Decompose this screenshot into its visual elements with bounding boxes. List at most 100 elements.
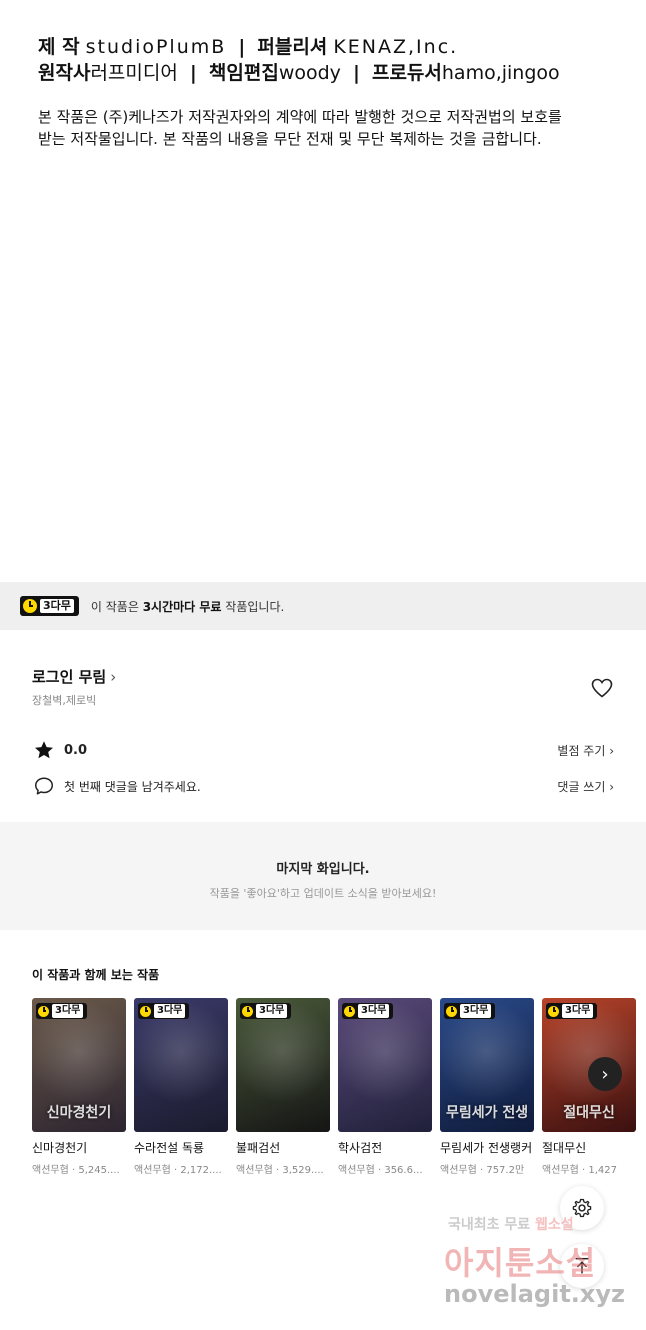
clock-icon (548, 1005, 559, 1017)
chevron-right-icon: › (110, 668, 117, 686)
separator: | (238, 36, 246, 58)
free-badge: 3다무 (342, 1003, 394, 1019)
work-meta: 액션무협 · 3,529.... (236, 1165, 324, 1176)
publisher-label: 퍼블리셔 (257, 36, 328, 58)
related-work-card[interactable]: 3다무무림세가 전생랭커무림세가 전생랭커액션무협 · 757.2만 (440, 998, 534, 1176)
work-meta: 액션무협 · 2,172.... (134, 1165, 222, 1176)
free-badge-label: 3다무 (358, 1004, 390, 1018)
free-badge-label: 3다무 (154, 1004, 186, 1018)
gear-icon (572, 1198, 592, 1218)
original-value: 러프미디어 (90, 62, 178, 84)
rate-button[interactable]: 별점 주기 › (557, 742, 614, 759)
producer2-label: 프로듀서 (371, 62, 442, 84)
free-badge: 3다무 (36, 1003, 88, 1019)
carousel-next-button[interactable]: › (588, 1057, 622, 1091)
comment-prompt[interactable]: 첫 번째 댓글을 남겨주세요. (64, 778, 201, 795)
work-meta: 액션무협 · 356.6... (338, 1165, 423, 1176)
publisher-value: KENAZ,Inc. (333, 36, 459, 58)
free-banner: 3다무 이 작품은 3시간마다 무료 작품입니다. (0, 582, 646, 630)
producer-label: 제 작 (38, 36, 80, 58)
work-meta: 액션무협 · 757.2만 (440, 1165, 525, 1176)
last-episode-subtitle: 작품을 '좋아요'하고 업데이트 소식을 받아보세요! (209, 887, 437, 900)
watermark-line-1: 국내최초 무료 웹소설 (448, 1214, 574, 1234)
copyright-notice: 본 작품은 (주)케나즈가 저작권자와의 계약에 따라 발행한 것으로 저작권법… (38, 106, 618, 150)
clock-icon (446, 1005, 457, 1017)
thumbnail-title-logo: 무림세가 전생랭커 (446, 1105, 528, 1121)
free-badge-label: 3다무 (256, 1004, 288, 1018)
copyright-line-1: 본 작품은 (주)케나즈가 저작권자와의 계약에 따라 발행한 것으로 저작권법… (38, 108, 562, 126)
free-badge-label: 3다무 (460, 1004, 492, 1018)
work-thumbnail[interactable]: 3다무신마경천기 (32, 998, 126, 1132)
work-info: 로그인 무림 › 장철벽,제로빅 0.0 별점 주기 › 첫 번째 댓글을 남겨주… (0, 630, 646, 816)
work-thumbnail[interactable]: 3다무 (338, 998, 432, 1132)
original-label: 원작사 (38, 62, 91, 84)
copyright-line-2: 받는 저작물입니다. 본 작품의 내용을 무단 전재 및 무단 복제하는 것을 … (38, 130, 542, 148)
watermark-line-3: novelagit.xyz (444, 1280, 626, 1308)
star-icon (32, 738, 56, 762)
work-title: 로그인 무림 (32, 668, 107, 686)
free-text-suffix: 작품입니다. (221, 599, 285, 614)
related-carousel[interactable]: 3다무 신마경천기 신마경천기 액션무협 · 5,245.... 3다무 수라전설 독룡 액… (32, 998, 646, 1208)
clock-icon (140, 1005, 151, 1017)
free-badge: 3다무 (20, 596, 79, 616)
work-name[interactable]: 절대무신 (542, 1139, 636, 1157)
free-text-prefix: 이 작품은 (90, 599, 143, 614)
last-episode-notice: 마지막 화입니다. 작품을 '좋아요'하고 업데이트 소식을 받아보세요! (0, 822, 646, 930)
work-thumbnail[interactable]: 3다무 (134, 998, 228, 1132)
credits-block: 제 작 studioPlumB | 퍼블리셔 KENAZ,Inc. 원작사러프미… (38, 34, 618, 86)
arrow-up-icon (575, 1257, 589, 1274)
rating-value: 0.0 (64, 742, 88, 758)
producer-value: studioPlumB (85, 36, 227, 58)
work-name[interactable]: 불패검선 (236, 1139, 330, 1157)
free-badge-label: 3다무 (52, 1004, 84, 1018)
thumbnail-title-logo: 신마경천기 (46, 1105, 112, 1121)
thumbnail-title-logo: 절대무신 (563, 1105, 615, 1121)
clock-icon (242, 1005, 253, 1017)
work-name[interactable]: 학사검전 (338, 1139, 432, 1157)
watermark-text-1: 국내최초 무료 (448, 1217, 536, 1233)
work-title-link[interactable]: 로그인 무림 › (32, 666, 116, 687)
free-badge: 3다무 (546, 1003, 598, 1019)
producer2-value: hamo,jingoo (441, 62, 560, 84)
rating-row: 0.0 별점 주기 › (32, 738, 614, 762)
last-episode-title: 마지막 화입니다. (276, 862, 370, 877)
free-badge-label: 3다무 (562, 1004, 594, 1018)
separator: | (352, 62, 360, 84)
clock-icon (23, 599, 37, 613)
watermark: 국내최초 무료 웹소설 아지툰소설 novelagit.xyz (440, 1212, 640, 1322)
free-banner-text: 이 작품은 3시간마다 무료 작품입니다. (91, 598, 284, 615)
settings-button[interactable] (560, 1186, 604, 1230)
scroll-top-button[interactable] (560, 1244, 604, 1288)
free-text-bold: 3시간마다 무료 (142, 599, 222, 614)
free-badge: 3다무 (138, 1003, 190, 1019)
comment-icon (32, 774, 56, 798)
work-meta: 액션무협 · 5,245.... (32, 1165, 120, 1176)
related-work-card[interactable]: 3다무학사검전액션무협 · 356.6... (338, 998, 432, 1176)
work-name[interactable]: 무림세가 전생랭커 (440, 1139, 534, 1157)
heart-icon (591, 678, 613, 698)
work-authors: 장철벽,제로빅 (32, 694, 97, 707)
write-comment-button[interactable]: 댓글 쓰기 › (557, 778, 614, 795)
clock-icon (344, 1005, 355, 1017)
like-button[interactable] (590, 676, 614, 700)
editor-label: 책임편집 (208, 62, 279, 84)
clock-icon (38, 1005, 49, 1017)
related-title: 이 작품과 함께 보는 작품 (32, 968, 160, 982)
related-works: 이 작품과 함께 보는 작품 3다무 신마경천기 신마경천기 액션무협 · 5,245… (0, 934, 646, 1214)
credits-line-1: 제 작 studioPlumB | 퍼블리셔 KENAZ,Inc. (38, 34, 618, 60)
related-work-card[interactable]: 3다무불패검선액션무협 · 3,529.... (236, 998, 330, 1176)
chevron-right-icon: › (601, 1063, 609, 1085)
free-badge: 3다무 (240, 1003, 292, 1019)
work-name[interactable]: 신마경천기 (32, 1139, 126, 1157)
editor-value: woody (278, 62, 341, 84)
related-work-card[interactable]: 3다무 신마경천기 신마경천기 액션무협 · 5,245.... (32, 998, 126, 1176)
comment-row: 첫 번째 댓글을 남겨주세요. 댓글 쓰기 › (32, 774, 614, 798)
free-badge: 3다무 (444, 1003, 496, 1019)
work-thumbnail[interactable]: 3다무 (236, 998, 330, 1132)
work-name[interactable]: 수라전설 독룡 (134, 1139, 228, 1157)
free-badge-label: 3다무 (40, 599, 74, 613)
related-work-card[interactable]: 3다무 절대무신 절대무신 액션무협 · 1,427 (542, 998, 636, 1176)
work-meta: 액션무협 · 1,427 (542, 1165, 617, 1176)
related-work-card[interactable]: 3다무수라전설 독룡액션무협 · 2,172.... (134, 998, 228, 1176)
work-thumbnail[interactable]: 3다무무림세가 전생랭커 (440, 998, 534, 1132)
